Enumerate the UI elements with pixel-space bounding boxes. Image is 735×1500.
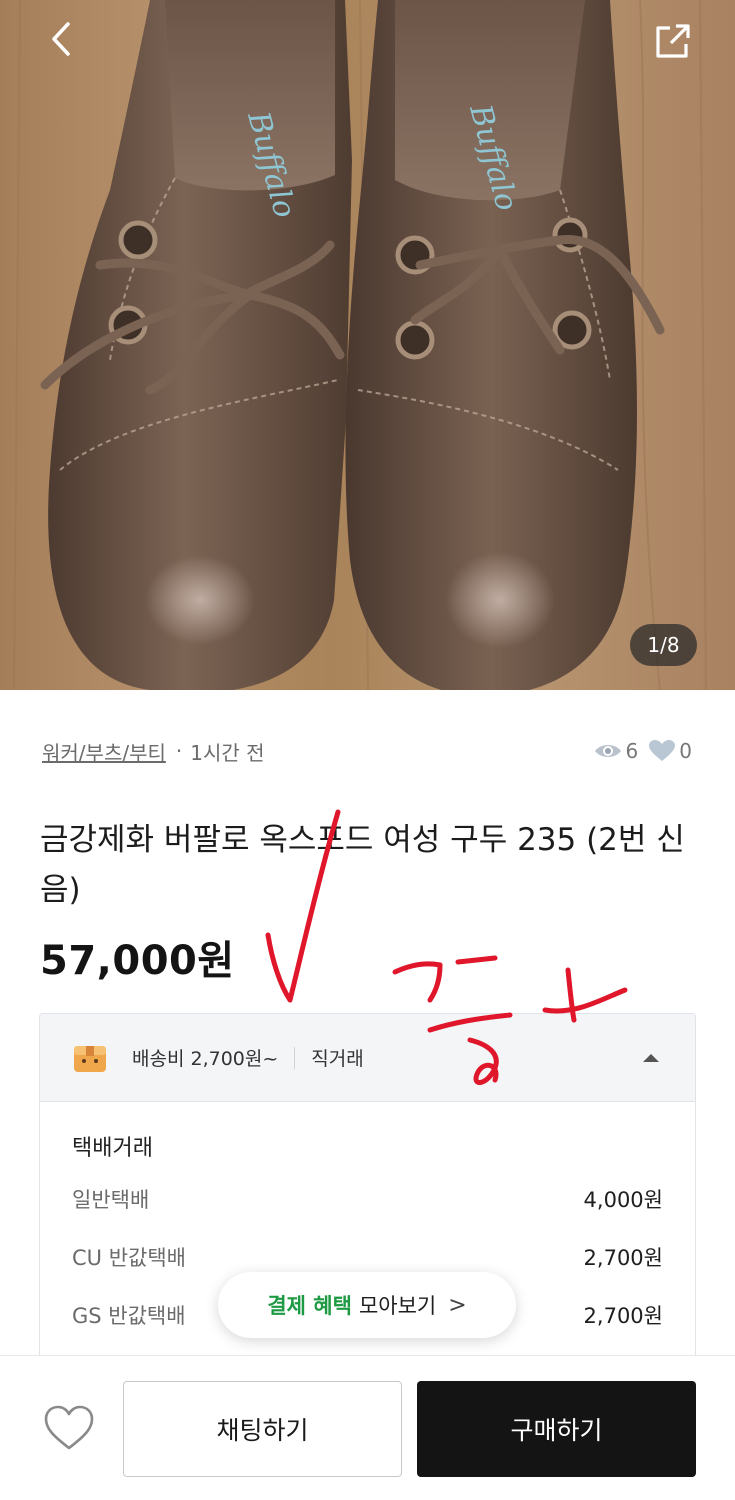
bottom-action-bar: 채팅하기 구매하기 (0, 1355, 735, 1500)
wishlist-button[interactable] (42, 1402, 96, 1456)
divider (294, 1046, 296, 1069)
share-external-icon (656, 24, 690, 58)
view-count: 6 (593, 739, 639, 763)
chat-button[interactable]: 채팅하기 (123, 1381, 402, 1477)
heart-icon (649, 740, 676, 761)
shipping-fee-label: 배송비 2,700원~ (132, 1048, 279, 1070)
promo-text: 모아보기 (358, 1294, 437, 1318)
meta-separator: · (175, 739, 183, 763)
product-price: 57,000원 (40, 938, 235, 984)
shipping-option-name: 일반택배 (72, 1188, 150, 1212)
shipping-option-name: GS 반값택배 (72, 1304, 186, 1328)
meta-row: 워커/부츠/부티 · 1시간 전 6 0 (42, 735, 692, 767)
chevron-left-icon (52, 22, 70, 56)
shipping-option-fee: 2,700원 (583, 1246, 663, 1270)
promo-highlight: 결제 혜택 (267, 1294, 352, 1318)
payment-benefits-button[interactable]: 결제 혜택 모아보기 > (218, 1272, 516, 1338)
category-link[interactable]: 워커/부츠/부티 (42, 737, 166, 766)
chevron-right-icon: > (448, 1292, 467, 1318)
posted-time: 1시간 전 (190, 740, 265, 765)
shipping-option-fee: 2,700원 (583, 1304, 663, 1328)
shipping-option-name: CU 반값택배 (72, 1246, 186, 1270)
image-counter: 1/8 (630, 624, 697, 666)
back-button[interactable] (40, 18, 84, 62)
view-count-value: 6 (625, 739, 639, 763)
stats: 6 0 (583, 739, 692, 763)
shipping-option-fee: 4,000원 (583, 1188, 663, 1212)
product-title: 금강제화 버팔로 옥스포드 여성 구두 235 (2번 신음) (40, 822, 685, 908)
delivery-section-title: 택배거래 (72, 1136, 153, 1161)
like-count: 0 (648, 739, 692, 763)
eye-icon (594, 745, 621, 757)
share-button[interactable] (650, 18, 696, 64)
product-photo[interactable]: Buffalo Buffalo 1/8 (0, 0, 735, 690)
shipping-toggle[interactable]: 배송비 2,700원~ 직거래 (40, 1014, 695, 1102)
heart-outline-icon (44, 1405, 94, 1450)
shipping-option-row: 일반택배 4,000원 (72, 1184, 663, 1242)
direct-trade-label: 직거래 (311, 1048, 364, 1070)
buy-button[interactable]: 구매하기 (417, 1381, 696, 1477)
shoes-image: Buffalo Buffalo (13, 0, 707, 690)
caret-up-icon (643, 1053, 659, 1062)
box-icon (74, 1045, 106, 1072)
like-count-value: 0 (679, 739, 692, 763)
